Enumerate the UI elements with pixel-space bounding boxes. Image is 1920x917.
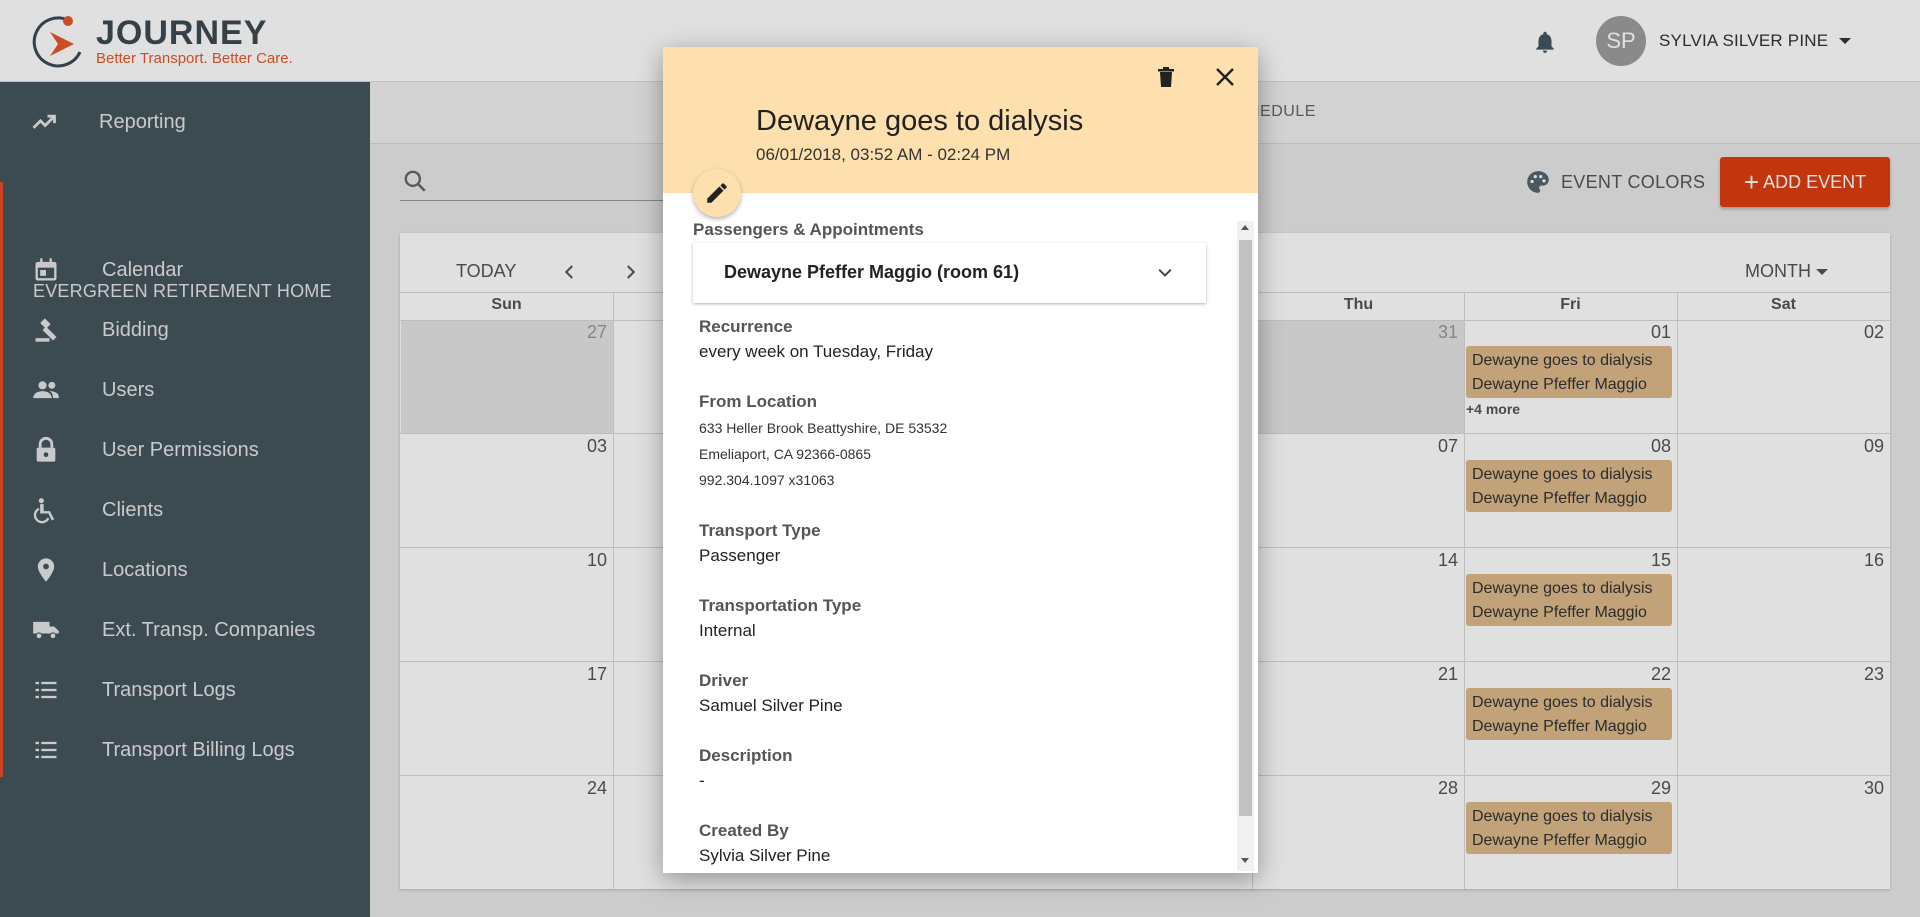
transport-type-value: Passenger xyxy=(699,546,781,565)
pencil-icon xyxy=(707,183,727,203)
chevron-down-icon[interactable] xyxy=(1155,263,1175,283)
recurrence-value: every week on Tuesday, Friday xyxy=(699,342,934,361)
description-label: Description xyxy=(699,746,793,765)
description-value: - xyxy=(699,771,705,790)
passenger-accordion[interactable]: Dewayne Pfeffer Maggio (room 61) xyxy=(693,243,1206,303)
passenger-name: Dewayne Pfeffer Maggio (room 61) xyxy=(724,262,1020,282)
event-detail-dialog: Dewayne goes to dialysis 06/01/2018, 03:… xyxy=(663,47,1258,873)
scroll-down-arrow-icon[interactable] xyxy=(1241,858,1249,863)
from-location-label: From Location xyxy=(699,392,818,411)
transportation-type-value: Internal xyxy=(699,621,756,640)
dialog-header: Dewayne goes to dialysis 06/01/2018, 03:… xyxy=(663,47,1258,193)
created-by-value: Sylvia Silver Pine xyxy=(699,846,831,865)
driver-label: Driver xyxy=(699,671,749,690)
driver-value: Samuel Silver Pine xyxy=(699,696,843,715)
recurrence-label: Recurrence xyxy=(699,317,793,336)
transportation-type-label: Transportation Type xyxy=(699,596,862,615)
dialog-scrollbar-thumb[interactable] xyxy=(1239,240,1252,816)
from-location-line: 633 Heller Brook Beattyshire, DE 53532 xyxy=(699,420,948,436)
from-location-line: Emeliaport, CA 92366-0865 xyxy=(699,446,871,462)
created-by-label: Created By xyxy=(699,821,789,840)
close-icon[interactable] xyxy=(1213,65,1237,89)
event-title: Dewayne goes to dialysis xyxy=(756,105,1084,137)
scroll-up-arrow-icon[interactable] xyxy=(1241,225,1249,230)
edit-button[interactable] xyxy=(693,169,741,217)
passengers-label: Passengers & Appointments xyxy=(693,220,924,239)
from-location-phone: 992.304.1097 x31063 xyxy=(699,472,835,488)
delete-icon[interactable] xyxy=(1154,64,1178,90)
event-datetime: 06/01/2018, 03:52 AM - 02:24 PM xyxy=(756,145,1011,164)
transport-type-label: Transport Type xyxy=(699,521,821,540)
